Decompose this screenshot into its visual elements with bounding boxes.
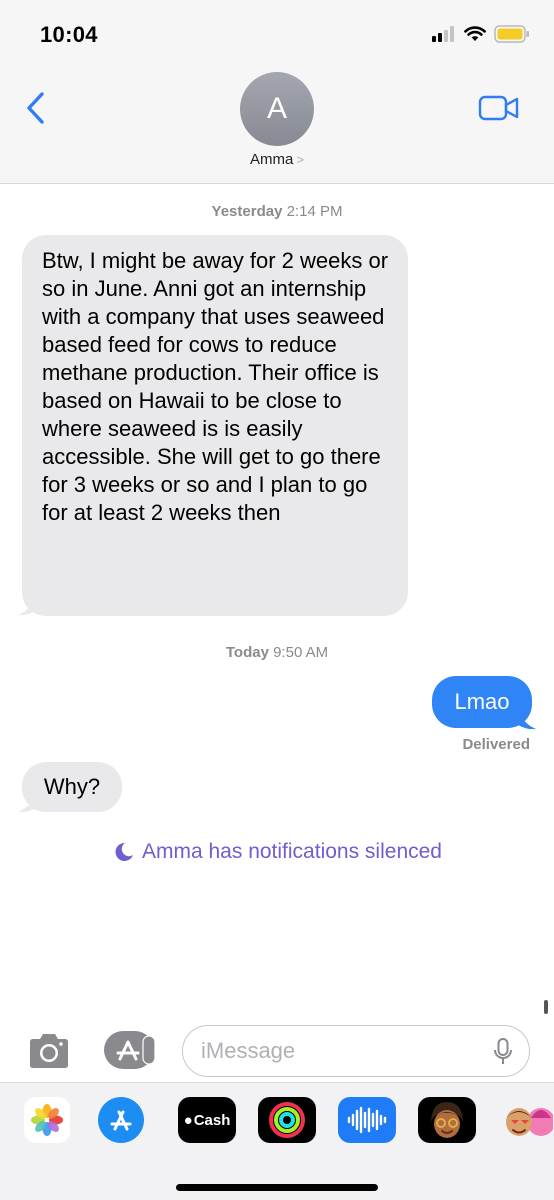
back-chevron-icon[interactable]: [22, 90, 52, 126]
contact-name: Amma: [250, 151, 294, 168]
notifications-silenced-notice: Amma has notifications silenced: [0, 840, 554, 864]
app-drawer: ● Cash: [0, 1082, 554, 1200]
activity-app-icon[interactable]: [258, 1097, 316, 1143]
app-store-button[interactable]: [103, 1030, 157, 1070]
received-message[interactable]: Why?: [22, 762, 122, 812]
timestamp-time: 9:50 AM: [273, 644, 329, 661]
cash-label: Cash: [193, 1111, 231, 1129]
status-time: 10:04: [40, 22, 98, 47]
scroll-indicator[interactable]: [544, 1000, 548, 1014]
delivered-status: Delivered: [462, 736, 530, 753]
battery-icon: [494, 25, 529, 43]
conversation-header: 10:04 A Amma >: [0, 0, 554, 184]
home-indicator[interactable]: [176, 1184, 378, 1191]
memoji-stickers-app-icon[interactable]: [496, 1097, 554, 1143]
timestamp-day: Today: [225, 644, 269, 661]
memoji-app-icon[interactable]: [418, 1097, 476, 1143]
contact-name-link[interactable]: Amma >: [0, 151, 554, 168]
photos-app-icon[interactable]: [24, 1097, 70, 1143]
chevron-right-icon: >: [296, 152, 304, 167]
apple-cash-app-icon[interactable]: ● Cash: [178, 1097, 236, 1143]
microphone-icon[interactable]: [493, 1038, 513, 1066]
received-message[interactable]: Btw, I might be away for 2 weeks or so i…: [22, 235, 408, 616]
sent-message[interactable]: Lmao: [432, 676, 532, 728]
timestamp-day: Yesterday: [211, 203, 283, 220]
facetime-video-icon[interactable]: [478, 94, 520, 122]
status-icons: [432, 22, 530, 46]
contact-avatar[interactable]: A: [240, 72, 314, 146]
camera-icon[interactable]: [26, 1032, 72, 1070]
timestamp-time: 2:14 PM: [286, 203, 343, 220]
audio-message-app-icon[interactable]: [338, 1097, 396, 1143]
message-timestamp: Yesterday 2:14 PM: [0, 203, 554, 220]
silenced-text: Amma has notifications silenced: [142, 840, 442, 863]
message-timestamp: Today 9:50 AM: [0, 644, 554, 661]
moon-icon: [115, 842, 133, 861]
avatar-initial: A: [266, 92, 287, 125]
app-store-app-icon[interactable]: [98, 1097, 144, 1143]
imessage-input-container[interactable]: [182, 1025, 530, 1077]
app-store-icon: [104, 1031, 156, 1069]
imessage-input[interactable]: [201, 1036, 481, 1066]
apple-logo-icon: ●: [183, 1111, 193, 1129]
wifi-icon: [464, 26, 486, 41]
cellular-signal-icon: [432, 26, 454, 42]
